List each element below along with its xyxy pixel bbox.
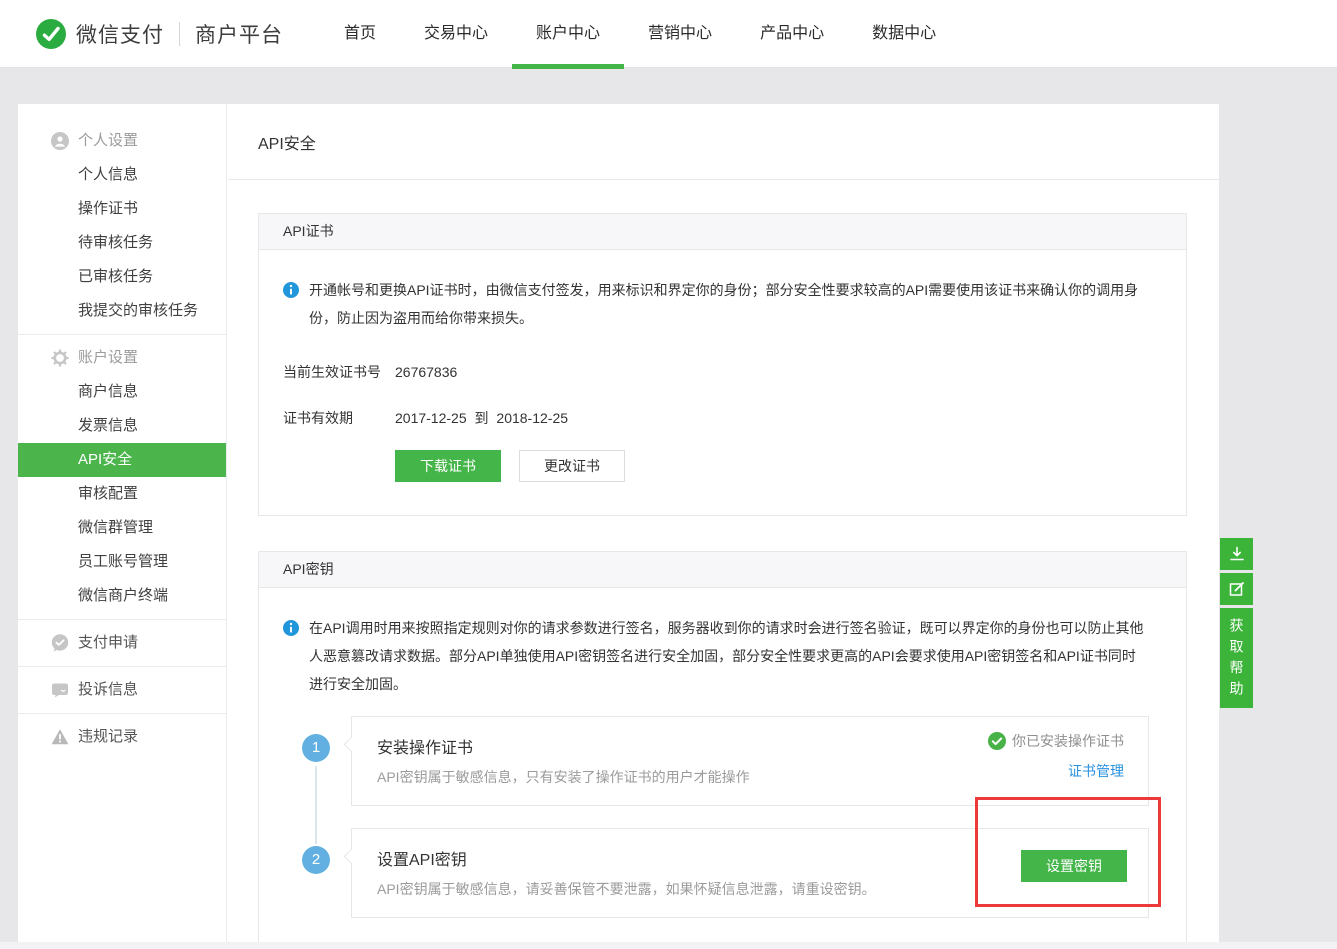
page-title: API安全 bbox=[228, 104, 1219, 180]
float-edit-button[interactable] bbox=[1220, 573, 1253, 605]
top-header: 微信支付 商户平台 首页 交易中心 账户中心 营销中心 产品中心 数据中心 bbox=[0, 0, 1337, 68]
success-check-icon bbox=[988, 732, 1006, 750]
api-certificate-title: API证书 bbox=[283, 223, 334, 239]
api-certificate-panel: API证书 开通帐号和更换API证书时，由微信支付签发，用来标识和界定你的身份；… bbox=[258, 213, 1187, 516]
chat-bubble-icon bbox=[51, 681, 69, 699]
api-key-info-text: 在API调用时用来按照指定规则对你的请求参数进行签名，服务器收到你的请求时会进行… bbox=[309, 614, 1146, 698]
warning-icon bbox=[51, 728, 69, 746]
gear-icon bbox=[51, 349, 69, 367]
certificate-buttons-row: 下载证书 更改证书 bbox=[395, 450, 1146, 482]
api-certificate-panel-header: API证书 bbox=[259, 214, 1186, 250]
api-key-panel-header: API密钥 bbox=[259, 552, 1186, 588]
step-1-badge: 1 bbox=[302, 734, 330, 762]
nav-home[interactable]: 首页 bbox=[320, 0, 400, 68]
download-certificate-button[interactable]: 下载证书 bbox=[395, 450, 501, 482]
api-certificate-body: 开通帐号和更换API证书时，由微信支付签发，用来标识和界定你的身份；部分安全性要… bbox=[259, 250, 1186, 482]
main-content: API安全 API证书 开通帐号和更换API证书时，由微信支付签发，用来标识和界… bbox=[228, 104, 1219, 942]
nav-transaction-center[interactable]: 交易中心 bbox=[400, 0, 512, 68]
main-nav: 首页 交易中心 账户中心 营销中心 产品中心 数据中心 bbox=[320, 0, 960, 68]
sidebar-item-review-config[interactable]: 审核配置 bbox=[18, 477, 226, 511]
sidebar-item-pending-review[interactable]: 待审核任务 bbox=[18, 226, 226, 260]
step-connector-line bbox=[315, 766, 317, 844]
sidebar-item-invoice-info[interactable]: 发票信息 bbox=[18, 409, 226, 443]
nav-marketing-center[interactable]: 营销中心 bbox=[624, 0, 736, 68]
api-key-steps: 1 2 安装操作证书 API密钥属于敏感信息，只有安装了操作证书的用户才能操作 … bbox=[283, 716, 1146, 942]
sidebar-header-account-settings: 账户设置 bbox=[18, 341, 226, 375]
step-set-api-key-box: 设置API密钥 API密钥属于敏感信息，请妥善保管不要泄露，如果怀疑信息泄露，请… bbox=[351, 828, 1149, 918]
sidebar-item-reviewed[interactable]: 已审核任务 bbox=[18, 260, 226, 294]
sidebar-link-label: 支付申请 bbox=[78, 634, 138, 651]
certificate-info-text: 开通帐号和更换API证书时，由微信支付签发，用来标识和界定你的身份；部分安全性要… bbox=[309, 276, 1146, 332]
step-1-desc: API密钥属于敏感信息，只有安装了操作证书的用户才能操作 bbox=[377, 767, 1148, 787]
step-1-status: 你已安装操作证书 bbox=[988, 731, 1124, 751]
to-word: 到 bbox=[475, 410, 489, 426]
certificate-no-label: 当前生效证书号 bbox=[283, 362, 395, 382]
floating-toolbar: 获取帮助 bbox=[1220, 538, 1253, 711]
sidebar-item-personal-info[interactable]: 个人信息 bbox=[18, 158, 226, 192]
sidebar-header-label: 账户设置 bbox=[78, 349, 138, 366]
bottom-strip bbox=[0, 942, 1337, 949]
valid-to-date: 2018-12-25 bbox=[496, 410, 568, 426]
sidebar-item-violation-records[interactable]: 违规记录 bbox=[18, 714, 226, 760]
sidebar: 个人设置 个人信息 操作证书 待审核任务 已审核任务 我提交的审核任务 bbox=[18, 104, 227, 942]
content-wrapper: 个人设置 个人信息 操作证书 待审核任务 已审核任务 我提交的审核任务 bbox=[18, 104, 1219, 942]
page-title-text: API安全 bbox=[258, 130, 316, 154]
float-download-button[interactable] bbox=[1220, 538, 1253, 570]
sidebar-item-my-submitted-review[interactable]: 我提交的审核任务 bbox=[18, 294, 226, 328]
sidebar-link-label: 投诉信息 bbox=[78, 681, 138, 698]
sidebar-group-account: 账户设置 商户信息 发票信息 API安全 审核配置 微信群管理 员工账号管理 微… bbox=[18, 335, 226, 613]
sidebar-group-personal: 个人设置 个人信息 操作证书 待审核任务 已审核任务 我提交的审核任务 bbox=[18, 104, 226, 328]
product-name: 商户平台 bbox=[195, 19, 283, 49]
certificate-info-row: 开通帐号和更换API证书时，由微信支付签发，用来标识和界定你的身份；部分安全性要… bbox=[283, 276, 1146, 332]
step-install-cert-box: 安装操作证书 API密钥属于敏感信息，只有安装了操作证书的用户才能操作 你已安装… bbox=[351, 716, 1149, 806]
logo: 微信支付 商户平台 bbox=[36, 0, 283, 68]
sidebar-item-payment-application[interactable]: 支付申请 bbox=[18, 620, 226, 666]
certificate-no-value: 26767836 bbox=[395, 362, 457, 382]
nav-data-center[interactable]: 数据中心 bbox=[848, 0, 960, 68]
download-icon bbox=[1229, 546, 1245, 562]
sidebar-item-complaint-info[interactable]: 投诉信息 bbox=[18, 667, 226, 713]
sidebar-item-api-security[interactable]: API安全 bbox=[18, 443, 226, 477]
step-2-badge: 2 bbox=[302, 846, 330, 874]
wechat-pay-logo-icon bbox=[36, 19, 66, 49]
validity-label: 证书有效期 bbox=[283, 408, 395, 428]
api-key-panel: API密钥 在API调用时用来按照指定规则对你的请求参数进行签名，服务器收到你的… bbox=[258, 551, 1187, 942]
get-help-button[interactable]: 获取帮助 bbox=[1220, 608, 1253, 708]
current-certificate-row: 当前生效证书号 26767836 bbox=[283, 362, 1146, 382]
step-1-status-text: 你已安装操作证书 bbox=[1012, 731, 1124, 751]
logo-separator bbox=[179, 22, 180, 46]
sidebar-header-personal-settings: 个人设置 bbox=[18, 124, 226, 158]
set-api-key-button[interactable]: 设置密钥 bbox=[1021, 850, 1127, 882]
info-icon bbox=[283, 282, 299, 298]
info-icon bbox=[283, 620, 299, 636]
chat-check-icon bbox=[51, 634, 69, 652]
sidebar-item-merchant-info[interactable]: 商户信息 bbox=[18, 375, 226, 409]
brand-name: 微信支付 bbox=[76, 19, 164, 49]
valid-from-date: 2017-12-25 bbox=[395, 410, 467, 426]
certificate-validity-row: 证书有效期 2017-12-25 到 2018-12-25 bbox=[283, 408, 1146, 428]
nav-account-center[interactable]: 账户中心 bbox=[512, 0, 624, 68]
validity-dates: 2017-12-25 到 2018-12-25 bbox=[395, 408, 572, 428]
nav-product-center[interactable]: 产品中心 bbox=[736, 0, 848, 68]
certificate-management-link[interactable]: 证书管理 bbox=[1068, 761, 1124, 781]
change-certificate-button[interactable]: 更改证书 bbox=[519, 450, 625, 482]
step-2-desc: API密钥属于敏感信息，请妥善保管不要泄露，如果怀疑信息泄露，请重设密钥。 bbox=[377, 879, 1148, 899]
sidebar-header-label: 个人设置 bbox=[78, 132, 138, 149]
sidebar-item-staff-account-mgmt[interactable]: 员工账号管理 bbox=[18, 545, 226, 579]
sidebar-link-label: 违规记录 bbox=[78, 728, 138, 745]
api-key-title: API密钥 bbox=[283, 561, 334, 577]
edit-icon bbox=[1229, 581, 1245, 597]
page: 微信支付 商户平台 首页 交易中心 账户中心 营销中心 产品中心 数据中心 bbox=[0, 0, 1337, 949]
user-icon bbox=[51, 132, 69, 150]
sidebar-item-wechat-group-mgmt[interactable]: 微信群管理 bbox=[18, 511, 226, 545]
sidebar-item-operation-cert[interactable]: 操作证书 bbox=[18, 192, 226, 226]
sidebar-item-wechat-merchant-terminal[interactable]: 微信商户终端 bbox=[18, 579, 226, 613]
api-key-body: 在API调用时用来按照指定规则对你的请求参数进行签名，服务器收到你的请求时会进行… bbox=[259, 588, 1186, 942]
api-key-info-row: 在API调用时用来按照指定规则对你的请求参数进行签名，服务器收到你的请求时会进行… bbox=[283, 614, 1146, 698]
